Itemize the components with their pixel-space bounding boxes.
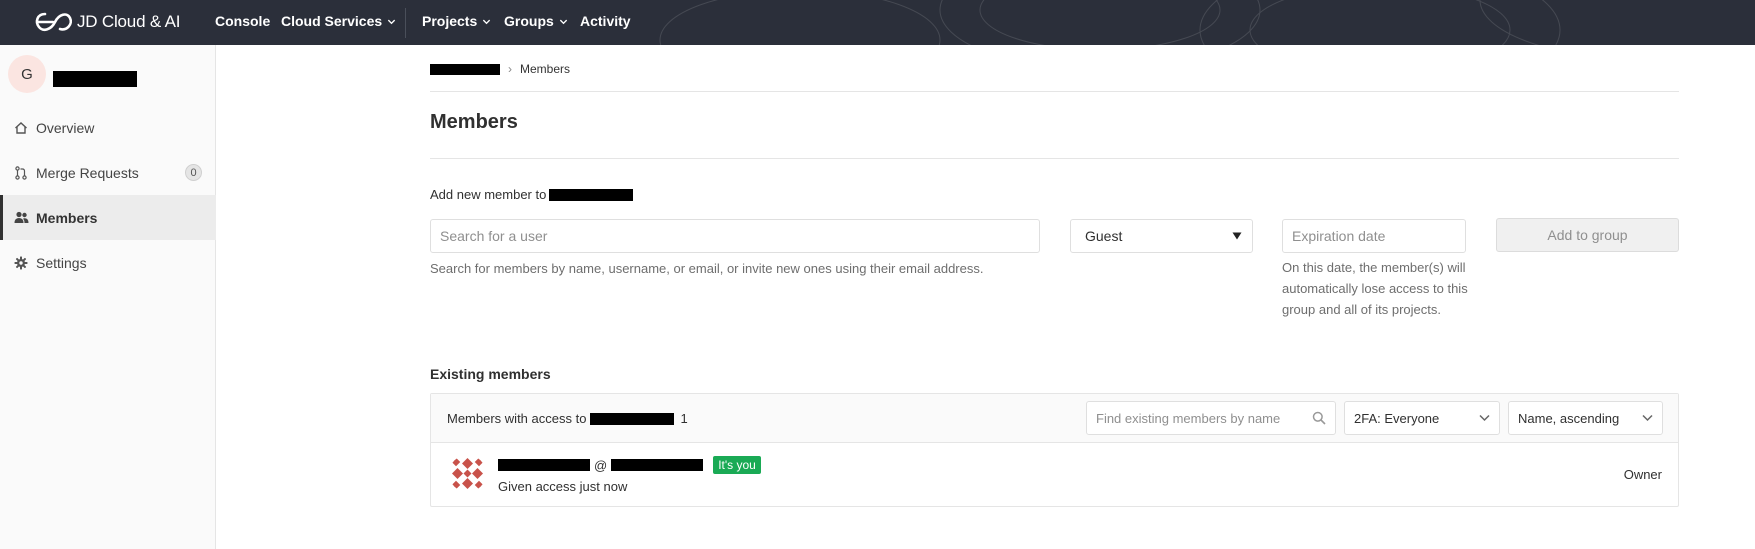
sidebar-item-label: Overview: [36, 119, 95, 136]
its-you-badge: It's you: [713, 456, 761, 474]
nav-groups[interactable]: Groups: [504, 13, 568, 29]
chevron-down-icon: [388, 19, 396, 24]
existing-members-panel: Members with access to 1 Find existing m…: [430, 393, 1679, 507]
member-role: Owner: [1623, 467, 1662, 482]
members-count: 1: [680, 411, 688, 426]
sidebar-item-settings[interactable]: Settings: [0, 240, 216, 285]
member-access-meta: Given access just now: [498, 479, 628, 494]
nav-console-label: Console: [215, 13, 271, 29]
gear-icon: [13, 255, 29, 271]
group-sidebar: G Overview Merge Requests 0 Members Sett…: [0, 45, 216, 549]
redacted-group-name: [590, 412, 675, 425]
page-title: Members: [430, 111, 518, 133]
breadcrumb-separator: ›: [508, 62, 512, 76]
caret-down-icon: [1232, 232, 1242, 240]
nav-divider: [405, 8, 406, 38]
chevron-down-icon: [1642, 414, 1653, 422]
expiration-date-placeholder: Expiration date: [1292, 228, 1386, 244]
jd-cloud-logo[interactable]: JD Cloud & AI: [33, 10, 180, 34]
add-to-group-button[interactable]: Add to group: [1496, 218, 1679, 252]
top-navbar: JD Cloud & AI Console Cloud Services Pro…: [0, 0, 1755, 45]
redacted-group-name: [549, 188, 634, 201]
group-avatar: G: [8, 55, 46, 93]
nav-projects-label: Projects: [422, 13, 478, 29]
sidebar-item-merge-requests[interactable]: Merge Requests 0: [0, 150, 216, 195]
member-avatar[interactable]: [449, 455, 486, 492]
sidebar-item-members[interactable]: Members: [0, 195, 216, 240]
access-level-value: Guest: [1085, 228, 1123, 244]
nav-projects[interactable]: Projects: [422, 13, 491, 29]
nav-cloud-services-label: Cloud Services: [281, 13, 383, 29]
find-members-placeholder: Find existing members by name: [1096, 410, 1281, 426]
nav-activity[interactable]: Activity: [580, 13, 631, 29]
home-icon: [13, 120, 29, 136]
jd-cloud-logo-icon: [35, 12, 73, 32]
find-members-input[interactable]: Find existing members by name: [1086, 401, 1336, 435]
divider: [430, 158, 1679, 159]
nav-cloud-services[interactable]: Cloud Services: [281, 13, 396, 29]
users-icon: [13, 210, 29, 226]
chevron-down-icon: [483, 19, 491, 24]
redacted-member-username: [611, 459, 704, 471]
expiration-date-help: On this date, the member(s) will automat…: [1282, 260, 1468, 317]
member-at-sign: @: [594, 457, 608, 473]
search-icon[interactable]: [1312, 411, 1326, 425]
logo-text: JD Cloud & AI: [77, 12, 181, 31]
redacted-group-name: [53, 71, 137, 87]
expiration-date-input[interactable]: Expiration date: [1282, 219, 1466, 253]
sidebar-item-label: Merge Requests: [36, 164, 139, 181]
breadcrumb-current[interactable]: Members: [520, 62, 570, 76]
member-identity: @ It's you: [498, 456, 761, 474]
sort-dropdown[interactable]: Name, ascending: [1508, 401, 1663, 435]
members-with-access: Members with access to 1: [447, 411, 688, 426]
members-with-access-label: Members with access to: [447, 411, 587, 426]
add-member-label-text: Add new member to: [430, 187, 547, 202]
access-level-select[interactable]: Guest: [1070, 219, 1253, 253]
group-header[interactable]: G: [8, 55, 137, 93]
member-row: @ It's you Given access just now Owner: [431, 443, 1678, 506]
nav-groups-label: Groups: [504, 13, 554, 29]
twofa-filter-value: 2FA: Everyone: [1354, 410, 1440, 426]
user-search-placeholder: Search for a user: [440, 228, 548, 244]
divider: [430, 91, 1679, 92]
nav-activity-label: Activity: [580, 13, 631, 29]
existing-members-title: Existing members: [430, 366, 551, 382]
user-search-input[interactable]: Search for a user: [430, 219, 1040, 253]
twofa-filter-dropdown[interactable]: 2FA: Everyone: [1344, 401, 1500, 435]
sidebar-item-label: Settings: [36, 254, 87, 271]
merge-requests-count-badge: 0: [185, 164, 202, 181]
add-member-label: Add new member to: [430, 187, 634, 202]
sidebar-item-label: Members: [36, 209, 98, 226]
redacted-member-name[interactable]: [498, 459, 590, 471]
redacted-breadcrumb-group[interactable]: [430, 63, 500, 75]
merge-request-icon: [13, 165, 29, 181]
chevron-down-icon: [559, 19, 567, 24]
chevron-down-icon: [1479, 414, 1490, 422]
existing-members-header: Members with access to 1 Find existing m…: [431, 394, 1678, 443]
user-search-help: Search for members by name, username, or…: [430, 261, 984, 276]
sort-value: Name, ascending: [1518, 410, 1620, 426]
breadcrumb: › Members: [430, 62, 570, 76]
nav-console[interactable]: Console: [215, 13, 270, 29]
sidebar-item-overview[interactable]: Overview: [0, 105, 216, 150]
